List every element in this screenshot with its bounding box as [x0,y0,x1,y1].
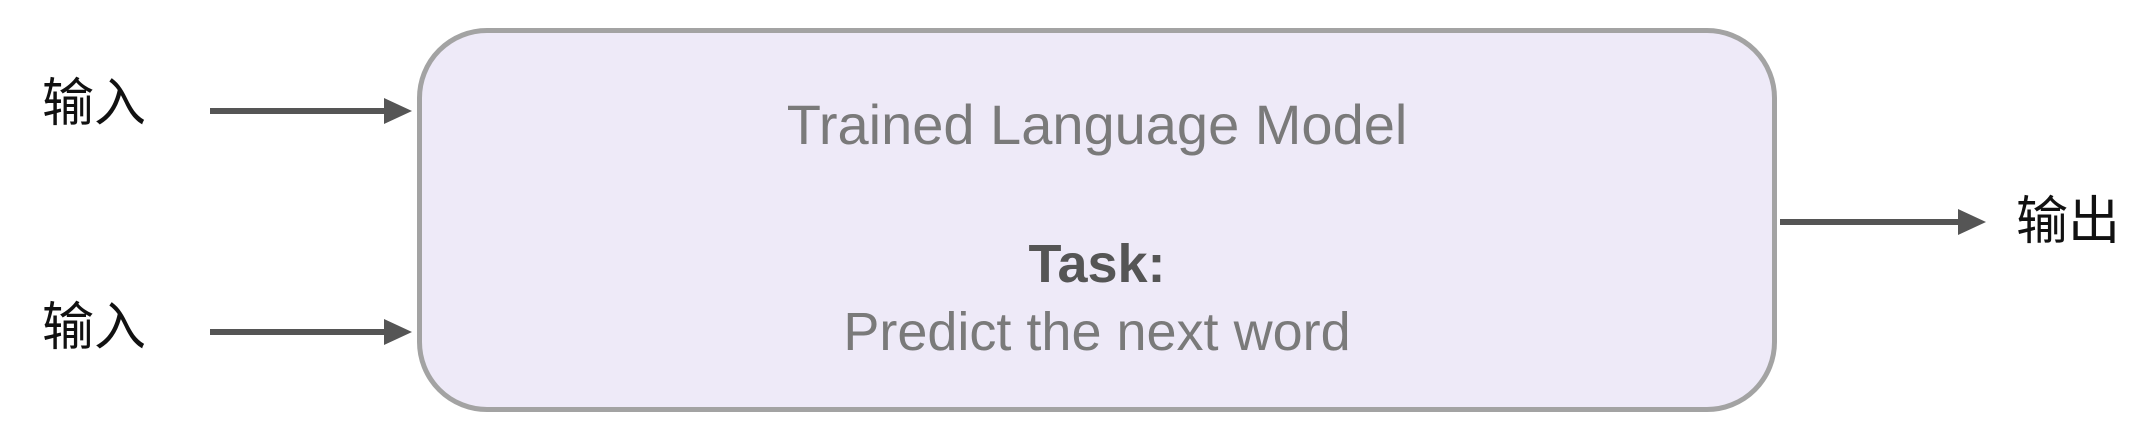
language-model-box: Trained Language Model Task: Predict the… [417,28,1777,412]
input-arrow-1-icon [210,98,412,124]
model-title: Trained Language Model [786,93,1408,156]
task-description: Predict the next word [843,302,1351,362]
task-heading: Task: [1028,234,1166,294]
output-arrow-icon [1780,209,1986,235]
input-arrow-2-icon [210,319,412,345]
diagram: 输入 输入 输出 Trained Language Model Task: Pr… [0,0,2134,434]
